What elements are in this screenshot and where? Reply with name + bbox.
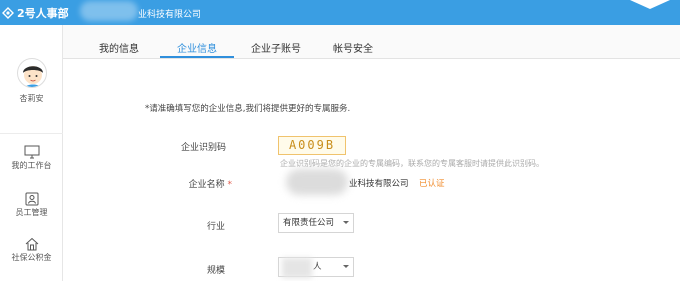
company-id-hint: 企业识别码是您的企业的专属编码，联系您的专属客服时请提供此识别码。 [280, 159, 544, 168]
company-name-label: 企业名称 * [112, 177, 232, 190]
scale-label: 规模 [206, 266, 225, 276]
company-id-code: A009B [278, 136, 346, 155]
sidebar-item-label: 社保公积金 [11, 253, 52, 262]
chevron-down-icon [343, 221, 349, 224]
tab-sub-accounts[interactable]: 企业子账号 [251, 40, 301, 55]
employee-icon [25, 192, 38, 206]
sidebar-item-workbench[interactable]: 我的工作台 [0, 145, 63, 177]
industry-label: 行业 [206, 222, 225, 232]
top-bar: 2号人事部 业科技有限公司 [0, 0, 680, 25]
sidebar: 杏莉安 我的工作台 员工管理 社保公积金 [0, 25, 63, 281]
avatar-icon [23, 66, 43, 87]
industry-select[interactable]: 有限责任公司 [278, 213, 354, 233]
company-name-value: 业科技有限公司 [349, 179, 409, 189]
scale-value-redacted [282, 258, 312, 278]
chevron-down-icon [343, 265, 349, 268]
industry-select-value: 有限责任公司 [283, 218, 335, 228]
tab-my-info[interactable]: 我的信息 [99, 40, 139, 55]
divider [0, 133, 63, 134]
logo-icon [2, 7, 14, 19]
active-tab-indicator [160, 56, 234, 58]
tab-company-info[interactable]: 企业信息 [177, 40, 217, 55]
sidebar-item-social-security[interactable]: 社保公积金 [0, 237, 63, 269]
brand[interactable]: 2号人事部 [2, 5, 69, 21]
company-id-label: 企业识别码 [180, 143, 226, 153]
dropdown-arrow-icon[interactable] [628, 0, 672, 10]
sidebar-item-label: 我的工作台 [11, 161, 52, 170]
verified-status: 已认证 [419, 179, 445, 189]
company-name-label-text: 企业名称 [188, 180, 225, 190]
company-name-redacted [80, 1, 138, 21]
required-mark: * [227, 180, 233, 190]
house-icon [25, 237, 38, 251]
tab-account-security[interactable]: 帐号安全 [333, 40, 373, 55]
company-name: 业科技有限公司 [138, 10, 202, 20]
sidebar-item-employees[interactable]: 员工管理 [0, 192, 63, 224]
company-name-value-redacted [286, 169, 348, 195]
brand-name: 2号人事部 [17, 7, 69, 20]
avatar[interactable] [17, 58, 47, 88]
form-notice: *请准确填写您的企业信息,我们将提供更好的专属服务. [145, 104, 351, 114]
main-content [64, 60, 680, 281]
monitor-icon [24, 145, 39, 159]
sidebar-item-label: 员工管理 [15, 208, 48, 217]
username: 杏莉安 [19, 94, 44, 103]
